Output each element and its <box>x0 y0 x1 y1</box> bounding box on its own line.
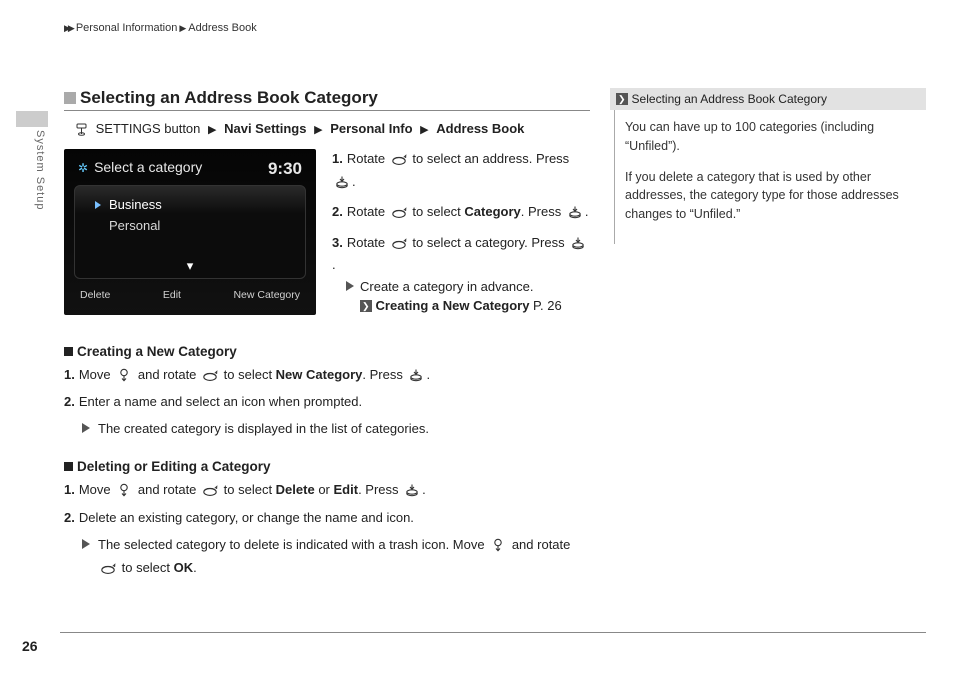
screenshot-footer-edit: Edit <box>163 289 181 301</box>
creating-step-2: 2.Enter a name and select an icon when p… <box>64 392 590 413</box>
gear-icon: ✲ <box>78 161 88 175</box>
screenshot-footer: Delete Edit New Category <box>74 289 306 301</box>
chevron-down-icon: ▾ <box>187 258 194 274</box>
screenshot-item-business: Business <box>87 194 293 215</box>
screenshot-list: Business Personal ▾ <box>74 185 306 279</box>
side-section-label: System Setup <box>34 130 46 210</box>
press-icon <box>404 483 420 504</box>
move-icon <box>116 368 132 389</box>
creating-section: Creating a New Category 1.Move and rotat… <box>64 344 590 440</box>
main-steps: 1.Rotate to select an address. Press . 2… <box>332 149 590 324</box>
move-icon <box>116 483 132 504</box>
press-icon <box>570 236 586 256</box>
triangle-icon <box>82 423 90 433</box>
square-icon <box>64 462 73 471</box>
dial-icon <box>391 152 407 172</box>
ref-icon: ❯ <box>360 300 372 312</box>
settings-button-icon <box>74 122 90 139</box>
step-1: 1.Rotate to select an address. Press . <box>332 149 590 194</box>
creating-note: The created category is displayed in the… <box>82 419 590 439</box>
section-title: Selecting an Address Book Category <box>80 88 378 108</box>
triangle-icon <box>346 281 354 291</box>
dial-icon <box>391 236 407 256</box>
footer-rule <box>60 632 926 633</box>
nav-path-personal: Personal Info <box>330 121 412 136</box>
move-icon <box>490 538 506 558</box>
creating-step-1: 1.Move and rotate to select New Category… <box>64 365 590 389</box>
screenshot-clock: 9:30 <box>268 159 302 179</box>
press-icon <box>408 368 424 389</box>
nav-path-settings: SETTINGS button <box>96 121 201 136</box>
page-number: 26 <box>22 638 38 654</box>
press-icon <box>334 175 350 195</box>
triangle-icon <box>82 539 90 549</box>
deleting-step-1: 1.Move and rotate to select Delete or Ed… <box>64 480 590 504</box>
step-2: 2.Rotate to select Category. Press . <box>332 202 590 225</box>
deleting-step-2: 2.Delete an existing category, or change… <box>64 508 590 529</box>
screenshot-item-personal: Personal <box>87 215 293 236</box>
creating-title: Creating a New Category <box>77 344 237 359</box>
nav-path-navi: Navi Settings <box>224 121 306 136</box>
screenshot-header: Select a category <box>94 159 202 175</box>
sidebar-title: Selecting an Address Book Category <box>632 92 827 106</box>
sidebar-head: ❯ Selecting an Address Book Category <box>610 88 926 110</box>
section-marker-icon <box>64 92 76 104</box>
nav-path: SETTINGS button ▶ Navi Settings ▶ Person… <box>72 121 590 139</box>
deleting-title: Deleting or Editing a Category <box>77 459 271 474</box>
dial-icon <box>100 561 116 581</box>
dial-icon <box>202 368 218 389</box>
sidebar-body: You can have up to 100 categories (inclu… <box>614 110 926 244</box>
sidebar-p2: If you delete a category that is used by… <box>625 168 926 224</box>
sidebar-p1: You can have up to 100 categories (inclu… <box>625 118 926 156</box>
nav-path-address: Address Book <box>436 121 524 136</box>
square-icon <box>64 347 73 356</box>
screenshot-footer-delete: Delete <box>80 289 110 301</box>
dial-icon <box>202 483 218 504</box>
deleting-section: Deleting or Editing a Category 1.Move an… <box>64 459 590 581</box>
breadcrumb-b: Address Book <box>188 22 256 34</box>
step-3-note: Create a category in advance. ❯Creating … <box>346 277 590 316</box>
sidebar: ❯ Selecting an Address Book Category You… <box>610 88 926 244</box>
section-title-row: Selecting an Address Book Category <box>64 88 590 111</box>
deleting-note: The selected category to delete is indic… <box>82 535 590 581</box>
step-3: 3.Rotate to select a category. Press . C… <box>332 233 590 316</box>
nav-screenshot: ✲ Select a category 9:30 Business Persona… <box>64 149 316 315</box>
breadcrumb-a: Personal Information <box>76 22 178 34</box>
breadcrumb: ▶▶Personal Information▶Address Book <box>64 22 257 34</box>
side-tab <box>16 111 48 127</box>
dial-icon <box>391 205 407 225</box>
screenshot-footer-new: New Category <box>233 289 300 301</box>
ref-icon: ❯ <box>616 93 628 105</box>
press-icon <box>567 205 583 225</box>
ref-link[interactable]: Creating a New Category <box>376 298 530 313</box>
